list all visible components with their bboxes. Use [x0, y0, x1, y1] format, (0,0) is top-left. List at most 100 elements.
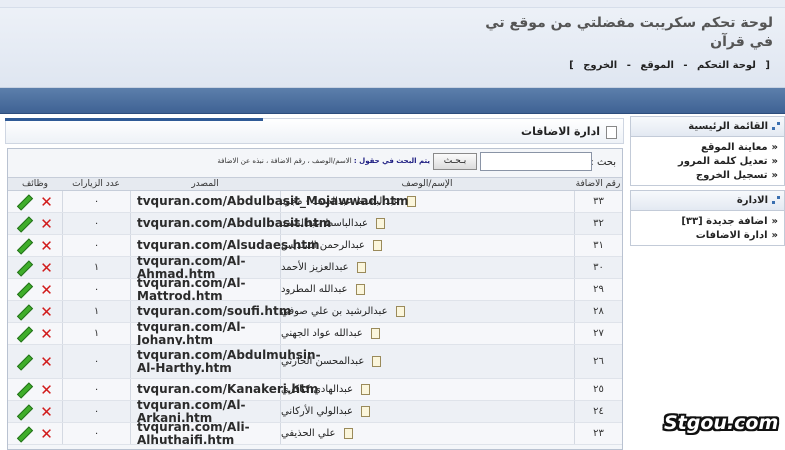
- cell-source: tvquran.com/Al-Arkani.htm: [130, 398, 280, 424]
- delete-x-icon[interactable]: ✕: [40, 426, 53, 441]
- site-title: لوحة تحكم سكريبت مفضلتي من موقع تي في قر…: [473, 14, 773, 52]
- delete-x-icon[interactable]: ✕: [40, 382, 53, 397]
- cell-visits: ١: [62, 323, 130, 344]
- document-icon: [395, 306, 405, 317]
- sidebar-item-add-new[interactable]: «اضافة جديدة [٣٣]: [635, 215, 778, 229]
- delete-x-icon[interactable]: ✕: [40, 354, 53, 369]
- sidebar-item-manage-additions[interactable]: «ادارة الاضافات: [635, 229, 778, 243]
- document-icon: [355, 284, 365, 295]
- table-row: ٢٧ عبدالله عواد الجهني tvquran.com/Al-Jo…: [8, 320, 622, 346]
- delete-x-icon[interactable]: ✕: [40, 194, 53, 209]
- delete-x-icon[interactable]: ✕: [40, 260, 53, 275]
- edit-pencil-icon[interactable]: [17, 239, 31, 253]
- cell-visits: ١: [62, 301, 130, 322]
- cell-actions: ✕: [8, 279, 62, 300]
- cell-visits: ٠: [62, 401, 130, 422]
- delete-x-icon[interactable]: ✕: [40, 326, 53, 341]
- cell-actions: ✕: [8, 301, 62, 322]
- admin-menu-box: الادارة «اضافة جديدة [٣٣] «ادارة الاضافا…: [630, 190, 785, 246]
- search-button[interactable]: بـحـث: [433, 153, 477, 170]
- edit-pencil-icon[interactable]: [17, 217, 31, 231]
- edit-pencil-icon[interactable]: [17, 283, 31, 297]
- main-menu-title: القائمة الرئيسية: [688, 121, 768, 132]
- cell-actions: ✕: [8, 257, 62, 278]
- cell-number: ٢٤: [574, 401, 622, 422]
- sidebar-item-label: تسجيل الخروج: [695, 170, 768, 181]
- title-accent-strip: [5, 118, 263, 121]
- sidebar: القائمة الرئيسية «معاينة الموقع «تعديل ك…: [630, 116, 785, 450]
- document-icon: [375, 218, 385, 229]
- header-name: الإسم/الوصف: [401, 179, 453, 189]
- delete-x-icon[interactable]: ✕: [40, 404, 53, 419]
- header: لوحة تحكم سكريبت مفضلتي من موقع تي في قر…: [0, 0, 785, 88]
- name-text: عبدالله عواد الجهني: [281, 328, 363, 339]
- edit-pencil-icon[interactable]: [17, 195, 31, 209]
- edit-pencil-icon[interactable]: [17, 355, 31, 369]
- search-input[interactable]: [480, 152, 592, 171]
- bullet-icon: «: [771, 230, 778, 241]
- sidebar-item-label: تعديل كلمة المرور: [677, 156, 768, 167]
- header-source: المصدر: [191, 179, 219, 189]
- cell-source: tvquran.com/Al-Mattrod.htm: [130, 276, 280, 302]
- cell-source: tvquran.com/Abdulmuhsin-Al-Harthy.htm: [130, 345, 321, 378]
- cell-number: ٢٧: [574, 323, 622, 344]
- link-site[interactable]: الموقع: [637, 60, 677, 71]
- admin-menu-title: الادارة: [736, 195, 768, 206]
- cell-name: عبدالله المطرود: [280, 279, 574, 300]
- document-icon: [372, 240, 382, 251]
- cell-actions: ✕: [8, 191, 62, 212]
- nav-bar: [0, 88, 785, 114]
- cell-name: عبدالولي الأركاني: [280, 401, 574, 422]
- main-menu-body: «معاينة الموقع «تعديل كلمة المرور «تسجيل…: [631, 137, 784, 185]
- sidebar-item-label: اضافة جديدة [٣٣]: [681, 216, 768, 227]
- menu-dots-icon: [772, 122, 780, 130]
- site-title-line2: في قرآن: [710, 34, 773, 50]
- cell-visits: ٠: [62, 235, 130, 256]
- edit-pencil-icon[interactable]: [17, 305, 31, 319]
- sidebar-item-change-password[interactable]: «تعديل كلمة المرور: [635, 155, 778, 169]
- name-text: علي الحذيفي: [281, 428, 336, 439]
- document-icon: [370, 328, 380, 339]
- edit-pencil-icon[interactable]: [17, 383, 31, 397]
- delete-x-icon[interactable]: ✕: [40, 282, 53, 297]
- cell-visits: ١: [62, 257, 130, 278]
- table-row: ٣٢ عبدالباسط عبدالصمد tvquran.com/Abdulb…: [8, 213, 622, 235]
- sidebar-item-label: ادارة الاضافات: [695, 230, 768, 241]
- cell-visits: ٠: [62, 213, 130, 234]
- cell-visits: ٠: [62, 345, 130, 378]
- bracket-open: [: [765, 60, 770, 71]
- edit-pencil-icon[interactable]: [17, 405, 31, 419]
- table-row: ٢٦ عبدالمحسن الحارثي tvquran.com/Abdulmu…: [8, 345, 622, 379]
- edit-pencil-icon[interactable]: [17, 261, 31, 275]
- cell-number: ٣١: [574, 235, 622, 256]
- sidebar-item-logout[interactable]: «تسجيل الخروج: [635, 169, 778, 183]
- link-separator: -: [683, 60, 688, 71]
- delete-x-icon[interactable]: ✕: [40, 216, 53, 231]
- delete-x-icon[interactable]: ✕: [40, 238, 53, 253]
- delete-x-icon[interactable]: ✕: [40, 304, 53, 319]
- name-text: عبدالولي الأركاني: [281, 406, 354, 417]
- cell-name: عبدالله عواد الجهني: [280, 323, 574, 344]
- cell-visits: ٠: [62, 423, 130, 444]
- menu-dots-icon: [772, 196, 780, 204]
- bracket-close: ]: [569, 60, 574, 71]
- search-hint-fields: الاسم/الوصف ، رقم الاضافة ، نبذه عن الاض…: [217, 157, 352, 165]
- document-icon: [361, 406, 371, 417]
- cell-number: ٣٣: [574, 191, 622, 212]
- edit-pencil-icon[interactable]: [17, 327, 31, 341]
- cell-number: ٢٩: [574, 279, 622, 300]
- link-control-panel[interactable]: لوحة التحكم: [694, 60, 759, 71]
- cell-name: عبدالمحسن الحارثي: [280, 345, 574, 378]
- name-text: عبدالله المطرود: [281, 284, 348, 295]
- header-actions: وظائف: [21, 179, 49, 189]
- table-row: ٢٤ عبدالولي الأركاني tvquran.com/Al-Arka…: [8, 398, 622, 424]
- sidebar-item-preview-site[interactable]: «معاينة الموقع: [635, 141, 778, 155]
- table-row: ٣١ عبدالرحمن السديس tvquran.com/Alsudaes…: [8, 235, 622, 257]
- main-menu-box: القائمة الرئيسية «معاينة الموقع «تعديل ك…: [630, 116, 785, 186]
- search-row: بحث : بـحـث يتم البحث في حقول : الاسم/ال…: [8, 149, 622, 177]
- cell-actions: ✕: [8, 213, 62, 234]
- main-panel: ادارة الاضافات بحث : بـحـث يتم البحث في …: [5, 118, 624, 450]
- link-logout[interactable]: الخروج: [580, 60, 620, 71]
- edit-pencil-icon[interactable]: [17, 427, 31, 441]
- table-header: رقم الاضافة الإسم/الوصف المصدر عدد الزيا…: [8, 177, 622, 191]
